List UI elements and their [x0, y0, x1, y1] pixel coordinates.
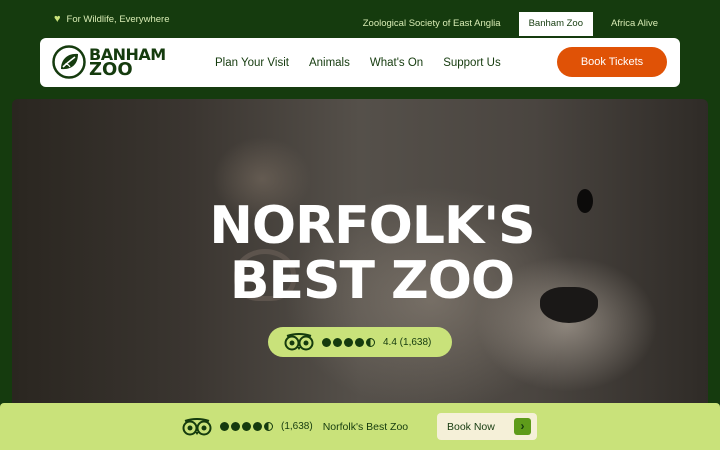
bottom-label: Norfolk's Best Zoo	[322, 420, 409, 433]
bottom-rating-bubbles	[220, 422, 273, 431]
tripadvisor-owl-icon	[284, 333, 314, 351]
hero-rating-pill[interactable]: 4.4 (1,638)	[268, 327, 452, 357]
hero-rating-text: 4.4 (1,638)	[383, 336, 432, 348]
nav-support-us[interactable]: Support Us	[443, 57, 501, 69]
top-bar: ♥ For Wildlife, Everywhere Zoological So…	[0, 0, 720, 38]
book-tickets-button[interactable]: Book Tickets	[557, 47, 667, 77]
bottom-rating: (1,638) Norfolk's Best Zoo	[182, 403, 408, 450]
hero-title-line-1: NORFOLK'S	[209, 196, 535, 256]
tagline-text: For Wildlife, Everywhere	[66, 14, 170, 25]
tagline: ♥ For Wildlife, Everywhere	[54, 13, 170, 26]
rating-bubble	[231, 422, 240, 431]
rating-bubble-half	[264, 422, 273, 431]
heart-icon: ♥	[54, 13, 61, 25]
tripadvisor-owl-icon	[182, 417, 212, 435]
logo-line-2: ZOO	[89, 59, 133, 80]
rating-bubble	[220, 422, 229, 431]
hero-banner: NORFOLK'S BEST ZOO 4.4 (1,638)	[12, 99, 708, 409]
nav-animals[interactable]: Animals	[309, 57, 350, 69]
book-now-label: Book Now	[447, 420, 495, 433]
link-africa-alive[interactable]: Africa Alive	[601, 12, 668, 36]
rating-bubble	[344, 337, 353, 347]
main-nav: Plan Your Visit Animals What's On Suppor…	[215, 38, 501, 87]
link-zsea[interactable]: Zoological Society of East Anglia	[353, 12, 511, 36]
rating-bubble-half	[366, 337, 375, 347]
book-now-button[interactable]: Book Now ›	[437, 413, 537, 440]
main-header: BANHAM ZOO Plan Your Visit Animals What'…	[40, 38, 680, 87]
sticky-booking-bar: (1,638) Norfolk's Best Zoo Book Now ›	[0, 403, 720, 450]
logo-wordmark: BANHAM ZOO	[89, 47, 166, 80]
rating-bubble	[322, 337, 331, 347]
chevron-right-icon: ›	[514, 418, 531, 435]
site-switcher: Zoological Society of East Anglia Banham…	[353, 12, 668, 36]
logo[interactable]: BANHAM ZOO	[52, 45, 166, 79]
rating-bubble	[333, 337, 342, 347]
nav-whats-on[interactable]: What's On	[370, 57, 423, 69]
rating-bubble	[355, 337, 364, 347]
hero-title: NORFOLK'S BEST ZOO	[12, 199, 708, 309]
link-banham-zoo[interactable]: Banham Zoo	[518, 12, 593, 36]
nav-plan-your-visit[interactable]: Plan Your Visit	[215, 57, 289, 69]
rating-bubble	[242, 422, 251, 431]
bottom-review-count: (1,638)	[281, 421, 313, 432]
rating-bubble	[253, 422, 262, 431]
hero-title-line-2: BEST ZOO	[229, 251, 515, 311]
logo-leaf-icon	[52, 45, 86, 79]
hero-rating-bubbles	[322, 337, 375, 347]
